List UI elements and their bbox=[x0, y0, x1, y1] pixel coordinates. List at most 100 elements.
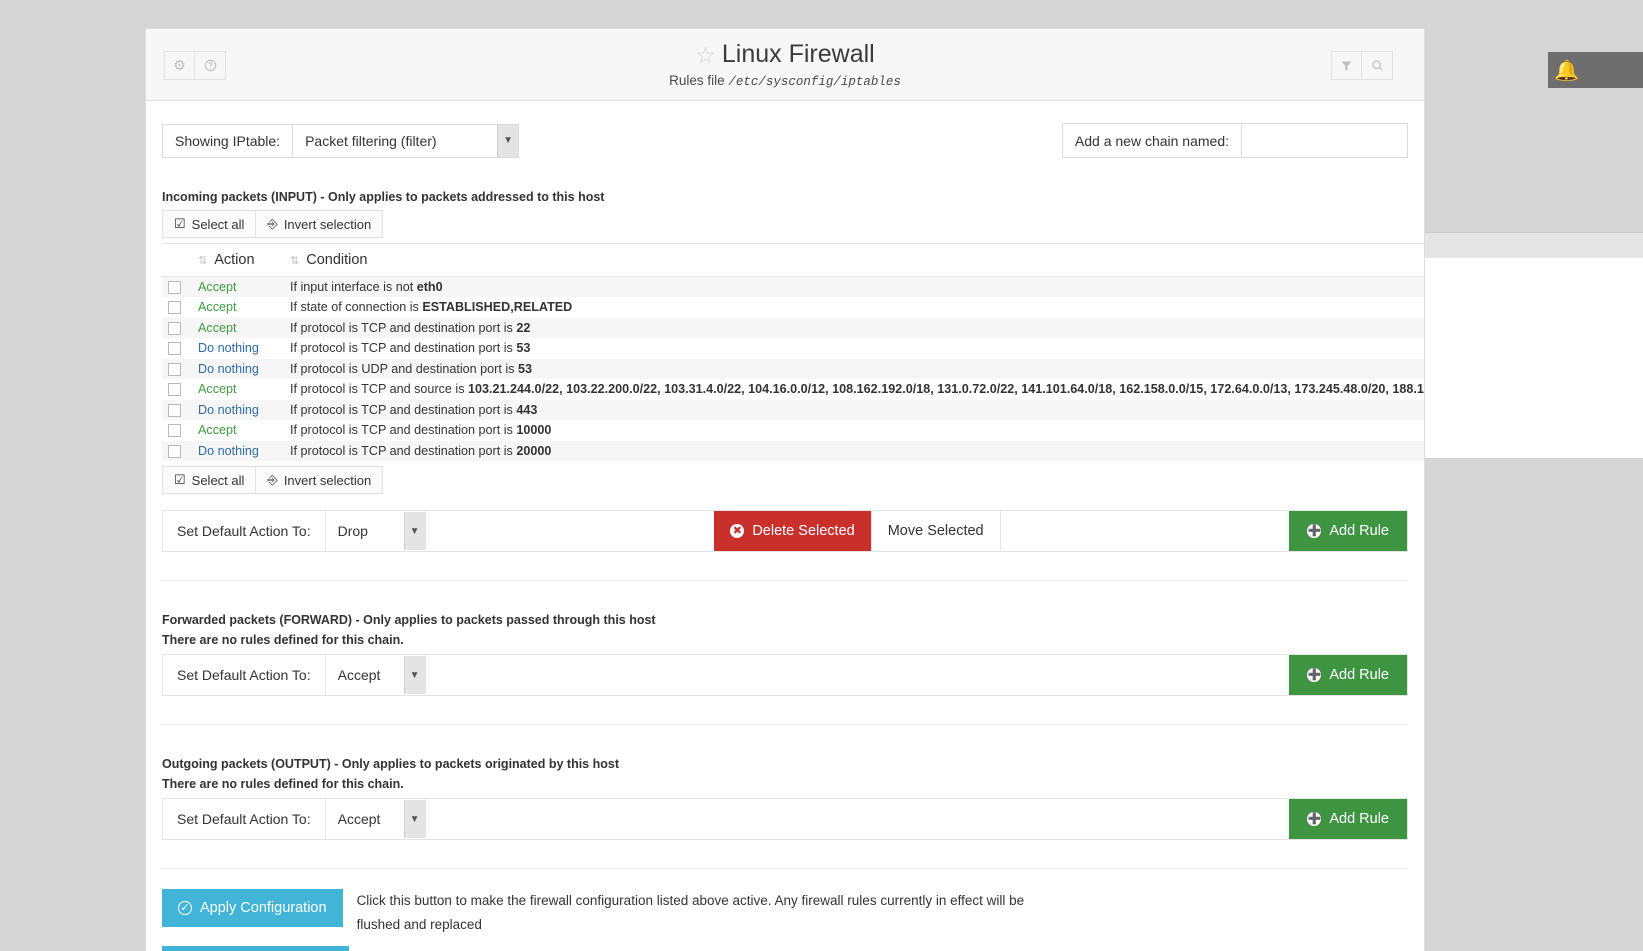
row-condition[interactable]: If protocol is TCP and source is 103.21.… bbox=[284, 379, 1424, 400]
iptable-select-wrap: Packet filtering (filter) ▼ bbox=[293, 123, 520, 158]
row-action[interactable]: Accept bbox=[192, 420, 284, 441]
row-condition[interactable]: If protocol is TCP and destination port … bbox=[284, 338, 1424, 359]
row-action[interactable]: Do nothing bbox=[192, 441, 284, 462]
table-row[interactable]: Do nothing If protocol is TCP and destina… bbox=[162, 440, 1424, 462]
row-action[interactable]: Do nothing bbox=[192, 338, 284, 359]
row-checkbox[interactable] bbox=[168, 362, 181, 376]
condition-prefix: If protocol is TCP and destination port … bbox=[290, 443, 517, 458]
row-checkbox[interactable] bbox=[168, 383, 181, 397]
move-selected-button[interactable]: Move Selected bbox=[870, 511, 1001, 551]
row-checkbox[interactable] bbox=[168, 321, 181, 335]
iptable-select[interactable]: Packet filtering (filter) bbox=[293, 123, 520, 158]
input-chain-action-bar: Set Default Action To: Drop ▼ ✖ Delete S… bbox=[162, 510, 1408, 552]
delete-selected-button[interactable]: ✖ Delete Selected bbox=[714, 511, 871, 551]
input-default-action-label: Set Default Action To: bbox=[163, 511, 326, 551]
table-body: Accept If input interface is not eth0 Acce… bbox=[162, 276, 1424, 462]
screen: 🔔 ⚙ ☆ Linux Firewall Rules file /etc/sysc… bbox=[0, 0, 1643, 951]
table-row[interactable]: Do nothing If protocol is TCP and destina… bbox=[162, 399, 1424, 421]
row-condition[interactable]: If protocol is TCP and destination port … bbox=[284, 420, 1424, 441]
bar-spacer bbox=[426, 799, 1290, 839]
condition-value: 443 bbox=[516, 402, 538, 417]
apply-configuration-button[interactable]: ✓ Apply Configuration bbox=[162, 889, 343, 927]
row-checkbox-cell bbox=[162, 400, 192, 421]
row-action[interactable]: Accept bbox=[192, 379, 284, 400]
table-row[interactable]: Accept If input interface is not eth0 bbox=[162, 276, 1424, 298]
forward-chain-heading: Forwarded packets (FORWARD) - Only appli… bbox=[162, 613, 656, 627]
input-default-action-select[interactable]: Drop bbox=[325, 511, 426, 551]
table-row[interactable]: Accept If state of connection is ESTABLIS… bbox=[162, 297, 1424, 318]
table-row[interactable]: Do nothing If protocol is UDP and destina… bbox=[162, 358, 1424, 380]
sort-icon[interactable]: ⇅ bbox=[290, 255, 299, 267]
row-checkbox[interactable] bbox=[168, 403, 181, 417]
row-checkbox-cell bbox=[162, 441, 192, 462]
row-condition[interactable]: If protocol is TCP and destination port … bbox=[284, 318, 1424, 339]
help-icon[interactable] bbox=[195, 51, 226, 80]
filter-icon[interactable] bbox=[1331, 51, 1362, 80]
condition-prefix: If protocol is TCP and destination port … bbox=[290, 341, 517, 356]
star-icon[interactable]: ☆ bbox=[695, 42, 716, 68]
page-title: ☆ Linux Firewall bbox=[695, 40, 875, 68]
gear-icon[interactable]: ⚙ bbox=[164, 51, 195, 80]
page-header: ⚙ ☆ Linux Firewall Rules file /etc/syscon… bbox=[146, 29, 1424, 101]
input-chain-heading: Incoming packets (INPUT) - Only applies … bbox=[162, 190, 605, 204]
row-action[interactable]: Accept bbox=[192, 318, 284, 339]
row-checkbox[interactable] bbox=[168, 281, 181, 295]
apply-configuration-row: ✓ Apply Configuration Click this button … bbox=[162, 889, 1408, 936]
table-row[interactable]: Accept If protocol is TCP and source is 1… bbox=[162, 379, 1424, 400]
forward-chain-no-rules: There are no rules defined for this chai… bbox=[162, 633, 404, 647]
input-chain-select-bar-top: ☑ Select all ⎆ Invert selection bbox=[162, 210, 1408, 238]
output-default-action-select[interactable]: Accept bbox=[325, 799, 426, 839]
condition-prefix: If state of connection is bbox=[290, 300, 423, 315]
row-checkbox[interactable] bbox=[168, 444, 181, 458]
output-chain-no-rules: There are no rules defined for this chai… bbox=[162, 777, 404, 791]
invert-icon: ⎆ bbox=[267, 472, 278, 487]
condition-value: 53 bbox=[516, 341, 531, 356]
search-icon[interactable] bbox=[1362, 51, 1393, 80]
add-rule-button-forward[interactable]: ➕ Add Rule bbox=[1289, 655, 1407, 695]
row-action[interactable]: Do nothing bbox=[192, 359, 284, 380]
forward-chain-action-bar: Set Default Action To: Accept ▼ ➕ Add Ru… bbox=[162, 654, 1408, 696]
table-row[interactable]: Do nothing If protocol is TCP and destina… bbox=[162, 338, 1424, 359]
row-condition[interactable]: If protocol is UDP and destination port … bbox=[284, 359, 1424, 380]
header-left-buttons: ⚙ bbox=[164, 51, 226, 80]
col-condition[interactable]: ⇅ Condition bbox=[284, 243, 1424, 277]
sort-icon[interactable]: ⇅ bbox=[198, 255, 207, 267]
row-checkbox[interactable] bbox=[168, 424, 181, 438]
condition-value: 22 bbox=[516, 320, 531, 335]
row-checkbox[interactable] bbox=[168, 342, 181, 356]
invert-selection-button-bottom[interactable]: ⎆ Invert selection bbox=[256, 466, 384, 494]
row-condition[interactable]: If protocol is TCP and destination port … bbox=[284, 400, 1424, 421]
add-chain-group: Add a new chain named: bbox=[1061, 123, 1408, 158]
bar-spacer bbox=[426, 511, 715, 551]
bar-spacer bbox=[426, 655, 1290, 695]
row-condition[interactable]: If protocol is TCP and destination port … bbox=[284, 441, 1424, 462]
row-condition[interactable]: If input interface is not eth0 bbox=[284, 277, 1424, 298]
row-action[interactable]: Accept bbox=[192, 277, 284, 298]
col-action[interactable]: ⇅ Action bbox=[192, 243, 284, 277]
forward-default-action-select-wrap: Accept ▼ bbox=[325, 655, 426, 695]
select-all-button-bottom[interactable]: ☑ Select all bbox=[162, 466, 257, 494]
table-row[interactable]: Accept If protocol is TCP and destination… bbox=[162, 420, 1424, 441]
add-rule-button-input[interactable]: ➕ Add Rule bbox=[1289, 511, 1407, 551]
add-rule-button-output[interactable]: ➕ Add Rule bbox=[1289, 799, 1407, 839]
condition-prefix: If protocol is TCP and destination port … bbox=[290, 423, 517, 438]
row-action[interactable]: Accept bbox=[192, 297, 284, 318]
forward-default-action-select[interactable]: Accept bbox=[325, 655, 426, 695]
row-action[interactable]: Do nothing bbox=[192, 400, 284, 421]
revert-configuration-button[interactable]: ✓ Revert Configuration bbox=[162, 946, 349, 951]
output-default-action-label: Set Default Action To: bbox=[163, 799, 326, 839]
row-condition[interactable]: If state of connection is ESTABLISHED,RE… bbox=[284, 297, 1424, 318]
add-chain-input[interactable] bbox=[1242, 123, 1408, 158]
row-checkbox-cell bbox=[162, 379, 192, 400]
checkbox-checked-icon: ☑ bbox=[174, 216, 186, 231]
condition-prefix: If protocol is UDP and destination port … bbox=[290, 361, 518, 376]
row-checkbox[interactable] bbox=[168, 301, 181, 315]
col-checkbox bbox=[162, 243, 192, 277]
invert-selection-button-top[interactable]: ⎆ Invert selection bbox=[256, 210, 384, 238]
row-checkbox-cell bbox=[162, 318, 192, 339]
rules-file-subtitle: Rules file /etc/sysconfig/iptables bbox=[669, 72, 901, 89]
condition-value: 103.21.244.0/22, 103.22.200.0/22, 103.31… bbox=[468, 382, 1424, 397]
select-all-button-top[interactable]: ☑ Select all bbox=[162, 210, 257, 238]
notification-bell-icon[interactable]: 🔔 bbox=[1548, 52, 1643, 88]
table-row[interactable]: Accept If protocol is TCP and destination… bbox=[162, 317, 1424, 339]
